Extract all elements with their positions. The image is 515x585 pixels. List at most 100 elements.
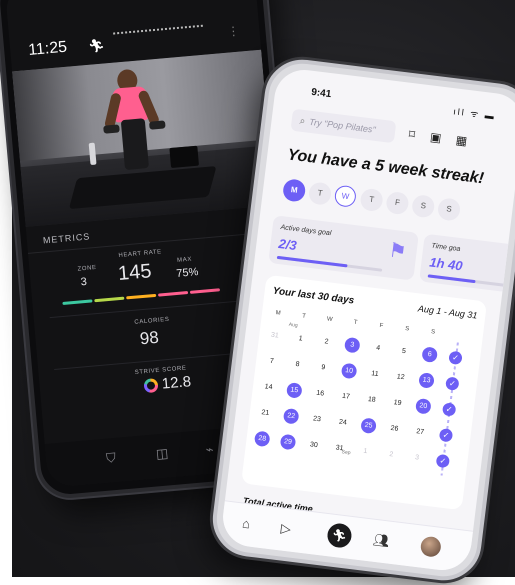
home-icon[interactable]: ⌂	[235, 515, 257, 532]
week-check-icon: ✓	[448, 350, 463, 366]
calendar-day[interactable]: 22	[282, 407, 300, 425]
zone-label: Zone	[77, 264, 97, 273]
dumbbell-left	[103, 124, 120, 134]
zone-bar-5	[189, 288, 221, 294]
time-goal-value: 1h 40	[428, 254, 464, 274]
bookmark-icon[interactable]: ⌑	[404, 127, 420, 143]
calendar-day[interactable]: 25	[360, 417, 377, 435]
share-icon[interactable]: ⛉	[106, 450, 117, 467]
calendar-day[interactable]: 17	[338, 388, 355, 405]
strive-score-value: 12.8	[161, 373, 192, 393]
heart-rate-label: HEART RATE	[118, 249, 163, 259]
calendar-day[interactable]: 30	[305, 437, 322, 454]
metrics-title: METRICS	[42, 231, 91, 246]
calendar-day[interactable]: 13	[418, 372, 435, 389]
status-time: 9:41	[310, 86, 332, 101]
weekday-1[interactable]: M	[281, 178, 307, 203]
week-check-icon: ✓	[445, 376, 460, 391]
avatar[interactable]	[419, 535, 442, 558]
calendar-day[interactable]: 3	[409, 450, 426, 467]
progress-dots	[113, 24, 204, 37]
time-goal-label: Time goa	[431, 242, 461, 254]
chart-icon[interactable]: ⌁	[205, 441, 214, 458]
search-input[interactable]: ⌕ Try "Pop Pilates"	[290, 108, 397, 144]
calendar-day[interactable]: 11	[367, 366, 384, 383]
calendar-day[interactable]: 5	[396, 343, 413, 360]
bench	[169, 145, 200, 169]
calendar-day[interactable]: 4	[370, 340, 387, 357]
calendar-day[interactable]: 28	[253, 430, 271, 448]
community-icon[interactable]: 👥︎	[370, 531, 392, 549]
zone-bar-4	[158, 291, 189, 297]
video-library-icon[interactable]: ▣	[428, 129, 444, 145]
calendar-day[interactable]: 15	[285, 382, 303, 399]
calories-value: 98	[139, 327, 160, 349]
runner-icon[interactable]: 🏃︎	[326, 522, 353, 549]
zone-value: 3	[80, 275, 88, 289]
weekday-header-cell: S	[430, 329, 436, 336]
weekday-7[interactable]: S	[436, 197, 462, 222]
calendar-day[interactable]: 21	[257, 405, 274, 422]
time-goal-progress	[427, 274, 508, 288]
weekday-5[interactable]: F	[385, 190, 410, 216]
calendar-day[interactable]: 23	[309, 411, 326, 428]
calendar-day[interactable]: 2	[318, 334, 335, 351]
calendar-title: Your last 30 days	[272, 285, 355, 307]
play-icon[interactable]: ▷	[275, 520, 297, 538]
calendar-day[interactable]: 18	[363, 392, 380, 409]
calendar-day[interactable]: 14	[260, 379, 277, 396]
calendar-day[interactable]: 16	[312, 385, 329, 402]
calendar-day[interactable]: 2	[383, 446, 400, 463]
trainer-legs	[120, 118, 150, 171]
weekday-6[interactable]: S	[410, 194, 436, 219]
weekday-header-cell: T	[301, 313, 307, 320]
zone-bar-1	[62, 299, 93, 306]
calendar-day[interactable]: 20	[415, 397, 432, 415]
more-icon[interactable]: ⋮	[227, 24, 240, 39]
search-placeholder: Try "Pop Pilates"	[308, 116, 377, 135]
dumbbell-right	[148, 120, 166, 130]
weekday-header-cell: M	[275, 310, 281, 317]
weekday-header-cell: W	[326, 316, 333, 324]
week-check-icon: ✓	[438, 428, 454, 443]
weekday-4[interactable]: T	[359, 187, 384, 213]
volume-icon[interactable]: ◫	[155, 445, 169, 462]
calendar-day[interactable]: 7	[263, 353, 280, 370]
screenshot-frame: 11:25 🏃︎ ⋮ METRICS Zone 3	[0, 0, 515, 585]
strive-ring-icon	[143, 378, 159, 394]
zone-bar-3	[126, 293, 157, 300]
status-icons: ıll ᯤ ▬	[452, 106, 497, 122]
calendar-day[interactable]: 19	[389, 395, 406, 412]
time-goal-card[interactable]: Time goa 1h 40	[419, 233, 515, 293]
calendar-card: Your last 30 days Aug 1 - Aug 31 M T W T F S S…	[241, 274, 488, 511]
calendar-day[interactable]: 10	[340, 362, 358, 380]
weekday-3[interactable]: W	[333, 184, 358, 208]
zone-bar-2	[94, 296, 125, 303]
calendar-day[interactable]: 31	[267, 327, 284, 344]
calendar-day[interactable]: 9	[315, 359, 332, 376]
month-tag: Aug	[288, 321, 298, 329]
calendar-day[interactable]: 27	[412, 424, 429, 441]
active-goal-progress	[276, 255, 383, 272]
calendar-icon[interactable]: ▦	[454, 133, 470, 149]
calendar-range[interactable]: Aug 1 - Aug 31	[417, 303, 477, 320]
active-goal-label: Active days goal	[280, 224, 332, 238]
week-check-icon: ✓	[441, 402, 457, 417]
status-time: 11:25	[27, 38, 68, 59]
calendar-day[interactable]: 24	[334, 414, 351, 431]
weekday-header-cell: F	[379, 322, 384, 330]
workout-video[interactable]	[12, 49, 275, 227]
max-value: 75%	[175, 266, 199, 280]
calendar-day[interactable]: 3	[343, 336, 361, 354]
calendar-day[interactable]: 6	[421, 346, 439, 364]
calendar-day[interactable]: 29	[279, 433, 297, 451]
max-label: Max	[176, 256, 193, 264]
calendar-day[interactable]: 8	[289, 356, 306, 373]
calendar-day[interactable]: 1	[357, 443, 374, 460]
calendar-day[interactable]: 12	[392, 369, 409, 386]
week-check-icon: ✓	[435, 453, 451, 469]
calendar-day[interactable]: 1	[292, 330, 309, 347]
weekday-2[interactable]: T	[307, 181, 333, 206]
calendar-day[interactable]: 26	[386, 421, 403, 438]
heart-rate-value: 145	[117, 260, 153, 286]
